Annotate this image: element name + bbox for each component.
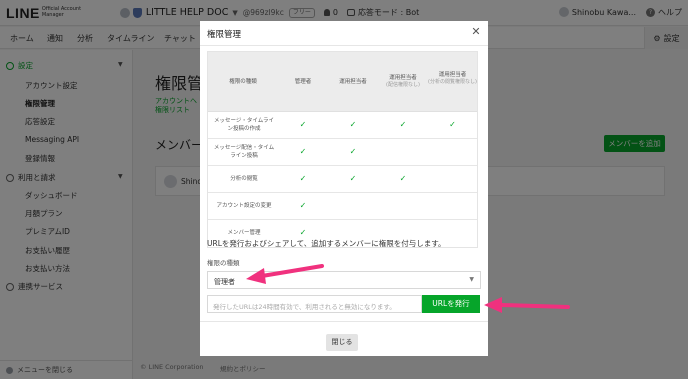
annotation-arrows <box>246 264 570 313</box>
arrow-to-permission-select <box>246 264 324 284</box>
arrow-to-issue-url-button <box>484 297 570 313</box>
